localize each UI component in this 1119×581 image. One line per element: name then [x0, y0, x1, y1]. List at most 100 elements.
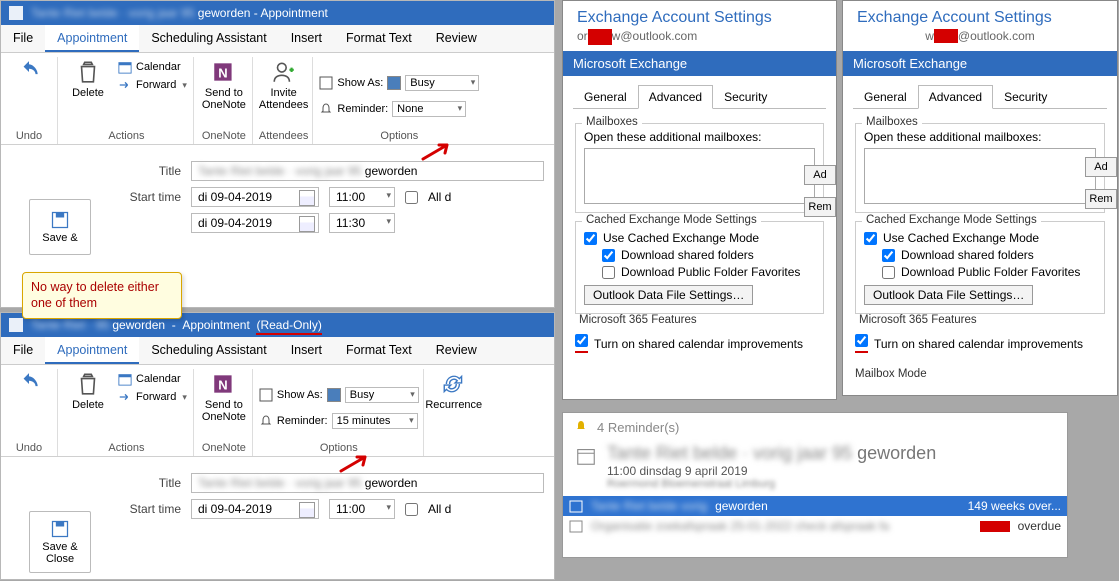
window-title: Tante Riet · 95 geworden - Appointment (… — [31, 318, 546, 332]
dl-pf-checkbox[interactable] — [602, 266, 615, 279]
shared-calendar-checkbox[interactable] — [575, 334, 588, 347]
mailboxes-list[interactable] — [584, 148, 815, 204]
tab-insert[interactable]: Insert — [279, 337, 334, 364]
ribbon-tabs: File Appointment Scheduling Assistant In… — [1, 25, 554, 53]
reminder-combo[interactable]: 15 minutes — [332, 413, 418, 429]
allday-label: All d — [428, 502, 451, 516]
svg-text:N: N — [218, 65, 227, 80]
tab-general[interactable]: General — [573, 85, 638, 109]
dl-pf-checkbox[interactable] — [882, 266, 895, 279]
title-field[interactable]: Tante Riet belde · vorig jaar 95 geworde… — [191, 161, 544, 181]
tab-file[interactable]: File — [1, 337, 45, 364]
section-header: Microsoft Exchange — [843, 51, 1117, 76]
tab-review[interactable]: Review — [424, 337, 489, 364]
delete-button[interactable]: Delete — [64, 57, 112, 99]
svg-text:N: N — [218, 377, 227, 392]
tab-appointment[interactable]: Appointment — [45, 337, 139, 364]
showas-combo[interactable]: Busy — [405, 75, 479, 91]
dialog-title: Exchange Account Settings — [843, 1, 1117, 27]
send-to-onenote-button[interactable]: N Send to OneNote — [200, 57, 248, 111]
forward-button[interactable]: Forward▾ — [116, 77, 189, 93]
allday-label: All d — [428, 190, 451, 204]
forward-button[interactable]: Forward▾ — [116, 389, 189, 405]
tab-appointment[interactable]: Appointment — [45, 25, 139, 52]
mailbox-mode-label: Mailbox Mode — [855, 368, 1105, 380]
start-time-input[interactable]: 11:00 — [329, 499, 395, 519]
group-legend: Microsoft 365 Features — [575, 314, 701, 326]
save-close-button[interactable]: Save & Close — [29, 511, 91, 573]
calendar-icon — [569, 499, 583, 513]
tab-security[interactable]: Security — [713, 85, 778, 109]
showas-combo[interactable]: Busy — [345, 387, 419, 403]
showas-icon — [259, 388, 273, 402]
end-time-input[interactable]: 11:30 — [329, 213, 395, 233]
reminder-overdue: overdue — [1018, 519, 1061, 533]
remove-mailbox-button[interactable]: Rem — [1085, 189, 1117, 209]
reminder-time: 11:00 dinsdag 9 april 2019 — [607, 464, 936, 478]
dl-shared-checkbox[interactable] — [602, 249, 615, 262]
reminder-label: Reminder: — [277, 415, 328, 427]
tab-scheduling[interactable]: Scheduling Assistant — [139, 337, 278, 364]
busy-swatch — [387, 76, 401, 90]
use-cached-checkbox[interactable] — [864, 232, 877, 245]
group-options: Options — [380, 130, 418, 144]
end-date-input[interactable]: di 09-04-2019 — [191, 213, 319, 233]
tab-insert[interactable]: Insert — [279, 25, 334, 52]
reminder-label: Reminder: — [337, 103, 388, 115]
undo-button[interactable] — [5, 369, 53, 399]
dl-shared-checkbox[interactable] — [882, 249, 895, 262]
dialog-title: Exchange Account Settings — [563, 1, 836, 27]
reminder-overdue: 149 weeks over... — [968, 499, 1061, 513]
tab-format[interactable]: Format Text — [334, 337, 424, 364]
datafile-settings-button[interactable]: Outlook Data File Settings… — [864, 285, 1033, 305]
add-mailbox-button[interactable]: Ad — [1085, 157, 1117, 177]
undo-button[interactable] — [5, 57, 53, 87]
bell-icon — [573, 419, 589, 435]
save-icon — [9, 318, 23, 332]
send-to-onenote-button[interactable]: N Send to OneNote — [200, 369, 248, 423]
tab-file[interactable]: File — [1, 25, 45, 52]
save-close-button[interactable]: Save & — [29, 199, 91, 255]
tab-format[interactable]: Format Text — [334, 25, 424, 52]
recurrence-button[interactable]: Recurrence — [430, 369, 478, 411]
reminders-header: 4 Reminder(s) — [563, 413, 1067, 441]
datafile-settings-button[interactable]: Outlook Data File Settings… — [584, 285, 753, 305]
tab-security[interactable]: Security — [993, 85, 1058, 109]
delete-button[interactable]: Delete — [64, 369, 112, 411]
allday-checkbox[interactable] — [405, 191, 418, 204]
reminder-detail: Tante Riet belde · vorig jaar 95 geworde… — [563, 441, 1067, 496]
group-legend: Mailboxes — [862, 116, 922, 128]
mailboxes-list[interactable] — [864, 148, 1096, 204]
calendar-button[interactable]: Calendar — [116, 371, 189, 387]
use-cached-label: Use Cached Exchange Mode — [883, 231, 1039, 245]
reminder-row[interactable]: Organisatie zoekafspraak 25-01-2022 chec… — [563, 516, 1067, 536]
start-date-input[interactable]: di 09-04-2019 — [191, 499, 319, 519]
calendar-button[interactable]: Calendar — [116, 59, 189, 75]
allday-checkbox[interactable] — [405, 503, 418, 516]
use-cached-checkbox[interactable] — [584, 232, 597, 245]
titlebar: Tante Riet belde · vorig jaar 95 geworde… — [1, 1, 554, 25]
tab-advanced[interactable]: Advanced — [918, 85, 993, 109]
tab-general[interactable]: General — [853, 85, 918, 109]
title-label: Title — [101, 164, 181, 178]
section-header: Microsoft Exchange — [563, 51, 836, 76]
tab-scheduling[interactable]: Scheduling Assistant — [139, 25, 278, 52]
start-time-input[interactable]: 11:00 — [329, 187, 395, 207]
form-area: Title Tante Riet belde · vorig jaar 95 g… — [91, 465, 554, 527]
reminder-combo[interactable]: None — [392, 101, 466, 117]
start-date-input[interactable]: di 09-04-2019 — [191, 187, 319, 207]
tab-review[interactable]: Review — [424, 25, 489, 52]
shared-calendar-checkbox[interactable] — [855, 334, 868, 347]
title-label: Title — [101, 476, 181, 490]
reminder-row-selected[interactable]: Tante Riet belde vorig geworden 149 week… — [563, 496, 1067, 516]
save-icon — [9, 6, 23, 20]
add-mailbox-button[interactable]: Ad — [804, 165, 836, 185]
remove-mailbox-button[interactable]: Rem — [804, 197, 836, 217]
cached-mode-group: Cached Exchange Mode Settings Use Cached… — [855, 221, 1105, 314]
invite-attendees-button[interactable]: Invite Attendees — [260, 57, 308, 111]
appointment-window-1: Tante Riet belde · vorig jaar 95 geworde… — [0, 0, 555, 308]
form-area: Title Tante Riet belde · vorig jaar 95 g… — [91, 153, 554, 241]
tab-advanced[interactable]: Advanced — [638, 85, 713, 109]
title-field[interactable]: Tante Riet belde · vorig jaar 95 geworde… — [191, 473, 544, 493]
group-legend: Cached Exchange Mode Settings — [582, 214, 761, 226]
